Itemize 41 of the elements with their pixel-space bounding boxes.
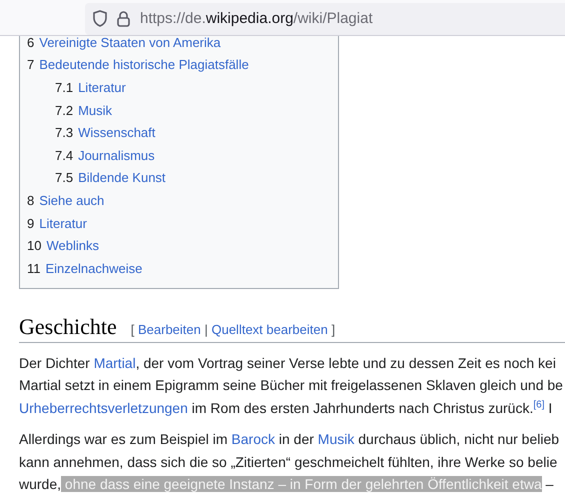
toc-number: 6 <box>27 34 34 50</box>
paragraph-line: kann annehmen, dass sich die so „Zitierten“ geschmeichelt fühlten, ihre Werke so belie <box>19 452 558 472</box>
toc-link[interactable]: Musik <box>78 102 112 118</box>
toc-link[interactable]: Bedeutende historische Plagiatsfälle <box>39 57 249 72</box>
toc-number: 7.4 <box>55 148 74 163</box>
paragraph-line: Martial setzt in einem Epigramm seine Bücher mit freigelassenen Sklaven gleich und be <box>19 376 564 396</box>
article-link[interactable]: Martial <box>94 354 136 371</box>
toc-link[interactable]: Bildende Kunst <box>78 170 166 186</box>
address-bar[interactable]: https://de.wikipedia.org/wiki/Plagiat <box>85 2 565 34</box>
article-link[interactable]: Musik <box>318 431 354 448</box>
toc-link[interactable]: Literatur <box>39 216 87 231</box>
toc-number: 8 <box>27 192 34 208</box>
lock-icon[interactable] <box>117 10 130 26</box>
toc-number: 7.2 <box>55 102 74 118</box>
toc-number: 7.5 <box>55 170 74 186</box>
url-text[interactable]: https://de.wikipedia.org/wiki/Plagiat <box>140 10 373 27</box>
paragraph-line: Der Dichter Martial, der vom Vortrag seiner Verse lebte und zu dessen Zeit es noch kei <box>19 354 557 373</box>
edit-links: [ Bearbeiten | Quelltext bearbeiten ] <box>130 322 336 337</box>
toc-link[interactable]: Journalismus <box>78 148 155 163</box>
toc-number: 11 <box>27 260 40 276</box>
shield-icon[interactable] <box>93 10 107 27</box>
edit-link[interactable]: Bearbeiten <box>138 322 201 337</box>
section-heading: Geschichte <box>19 314 117 340</box>
toc-number: 7.3 <box>55 125 74 140</box>
toc-link[interactable]: Siehe auch <box>39 192 104 208</box>
toc-number: 10 <box>27 238 42 254</box>
paragraph-line: wurde, ohne dass eine geeignete Instanz – in Form der gelehrten Öffentlichkeit etwa – <box>19 475 554 494</box>
edit-link[interactable]: Quelltext bearbeiten <box>211 322 328 337</box>
toc-link[interactable]: Einzelnachweise <box>46 260 142 276</box>
toc-link[interactable]: Vereinigte Staaten von Amerika <box>39 34 221 50</box>
toc-number: 7 <box>27 57 34 72</box>
toc-link[interactable]: Literatur <box>78 80 126 95</box>
paragraph-line: Allerdings war es zum Beispiel im Barock in der Musik durchaus üblich, nicht nur belieb <box>19 430 560 450</box>
article-link[interactable]: Urheberrechtsverletzungen <box>19 400 188 416</box>
toc-number: 9 <box>27 216 34 231</box>
toc-link[interactable]: Weblinks <box>46 238 99 254</box>
reference-link[interactable]: [6] <box>533 398 544 410</box>
toc-number: 7.1 <box>55 80 74 95</box>
toc-link[interactable]: Wissenschaft <box>78 125 156 140</box>
article-link[interactable]: Barock <box>231 431 275 448</box>
paragraph-line: Urheberrechtsverletzungen im Rom des ersten Jahrhunderts nach Christus zurück.$^{[6]}$ I <box>19 398 554 418</box>
